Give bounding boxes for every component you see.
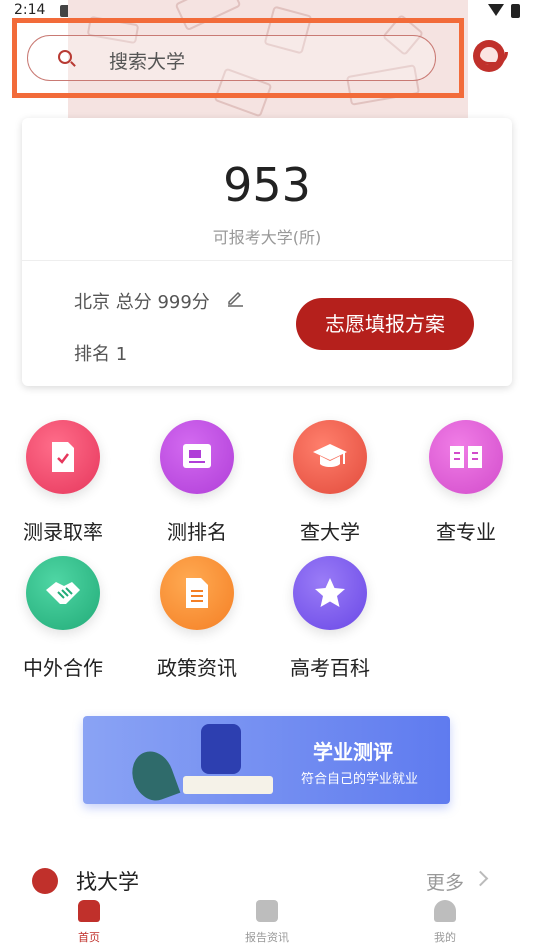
chevron-right-icon[interactable] (472, 870, 489, 887)
user-icon (434, 900, 456, 922)
star-icon (293, 556, 367, 630)
book-illustration (183, 776, 273, 794)
search-icon (58, 50, 72, 64)
section-title: 找大学 (76, 870, 139, 894)
function-sino-foreign[interactable]: 中外合作 (3, 556, 123, 681)
function-label: 中外合作 (23, 656, 103, 680)
nav-label: 首页 (78, 931, 100, 944)
battery-icon (511, 4, 520, 18)
leaf-illustration (125, 745, 181, 804)
divider (22, 260, 512, 261)
function-rank[interactable]: 测排名 (137, 420, 257, 545)
function-search-major[interactable]: 查专业 (406, 420, 526, 545)
nav-home[interactable]: 首页 (49, 900, 129, 945)
function-label: 高考百科 (290, 656, 370, 680)
graduation-cap-icon (293, 420, 367, 494)
available-university-count: 953 (223, 158, 311, 212)
rank-card-icon (160, 420, 234, 494)
find-university-header: 找大学 更多 (32, 866, 502, 894)
wifi-icon (488, 4, 504, 16)
banner-title: 学业测评 (313, 740, 393, 764)
document-check-icon (26, 420, 100, 494)
volunteer-plan-button[interactable]: 志愿填报方案 (296, 298, 474, 350)
status-time: 2:14 (14, 2, 46, 18)
nav-label: 我的 (434, 931, 456, 944)
home-icon (78, 900, 100, 922)
bottom-navigation: 首页 报告资讯 我的 (0, 894, 534, 950)
score-card: 953 可报考大学(所) 北京 总分 999分 排名 1 志愿填报方案 (22, 118, 512, 386)
report-icon (256, 900, 278, 922)
policy-doc-icon (160, 556, 234, 630)
nav-profile[interactable]: 我的 (405, 900, 485, 945)
region-score: 北京 总分 999分 (74, 292, 210, 313)
function-label: 测排名 (167, 520, 227, 544)
function-search-university[interactable]: 查大学 (270, 420, 390, 545)
edit-pencil-icon[interactable] (226, 289, 244, 307)
function-policy-news[interactable]: 政策资讯 (137, 556, 257, 681)
function-admission-rate[interactable]: 测录取率 (3, 420, 123, 545)
function-label: 查专业 (436, 520, 496, 544)
search-placeholder: 搜索大学 (109, 51, 186, 73)
open-book-icon (429, 420, 503, 494)
function-gaokao-encyclopedia[interactable]: 高考百科 (270, 556, 390, 681)
search-input[interactable]: 搜索大学 (27, 35, 436, 81)
banner-subtitle: 符合自己的学业就业 (301, 772, 419, 787)
nav-reports[interactable]: 报告资讯 (227, 900, 307, 945)
graduation-cap-icon (32, 868, 58, 894)
handshake-icon (26, 556, 100, 630)
customer-service-icon[interactable] (473, 40, 508, 72)
academic-assessment-banner[interactable]: 学业测评 符合自己的学业就业 (83, 716, 450, 804)
function-label: 政策资讯 (157, 656, 237, 680)
student-illustration (201, 724, 241, 774)
more-link[interactable]: 更多 (426, 868, 464, 895)
available-university-caption: 可报考大学(所) (212, 228, 322, 247)
function-label: 查大学 (300, 520, 360, 544)
nav-label: 报告资讯 (245, 931, 289, 944)
rank-text: 排名 1 (74, 344, 128, 365)
function-label: 测录取率 (23, 520, 103, 544)
